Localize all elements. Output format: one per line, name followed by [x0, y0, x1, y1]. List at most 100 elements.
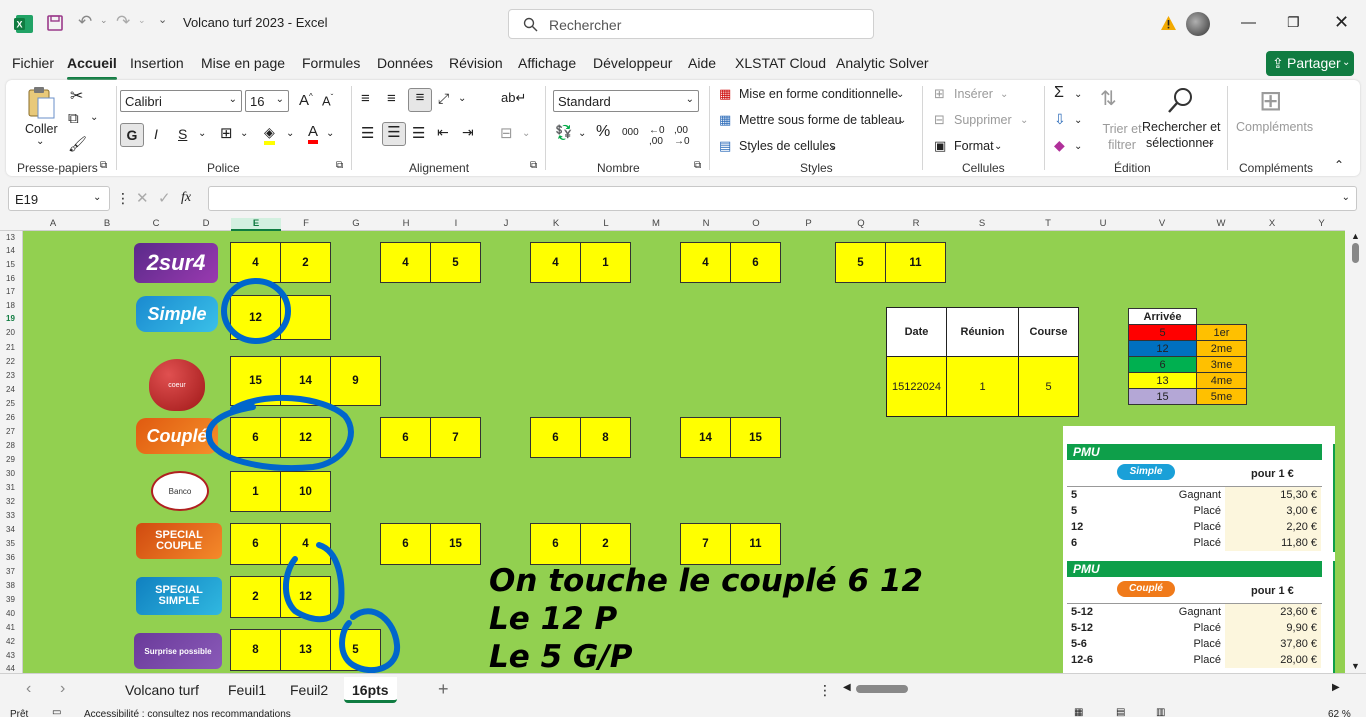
row-header[interactable]: 23: [0, 371, 21, 380]
row-header[interactable]: 29: [0, 455, 21, 464]
tab-fichier[interactable]: Fichier: [12, 55, 54, 71]
increase-indent-icon[interactable]: ⇥: [462, 124, 474, 141]
format-cells-icon[interactable]: ▣: [934, 138, 946, 154]
column-header[interactable]: Q: [836, 218, 886, 229]
fill-color-icon[interactable]: ◈: [264, 124, 275, 145]
row-header[interactable]: 18: [0, 301, 21, 310]
cell-styles-icon[interactable]: ▤: [719, 138, 731, 154]
row-header[interactable]: 13: [0, 233, 21, 242]
column-header[interactable]: X: [1246, 218, 1298, 229]
redo-icon[interactable]: ↷: [116, 12, 130, 32]
column-header[interactable]: M: [631, 218, 681, 229]
column-header[interactable]: C: [131, 218, 181, 229]
accounting-format-icon[interactable]: 💱: [555, 124, 572, 141]
clear-icon[interactable]: ◆: [1054, 137, 1065, 154]
format-cells-dropdown-icon[interactable]: ⌄: [994, 141, 1002, 152]
row-header[interactable]: 38: [0, 581, 21, 590]
column-header[interactable]: G: [331, 218, 381, 229]
align-bottom-icon[interactable]: ≡: [408, 88, 432, 112]
font-name-select[interactable]: Calibri ⌄: [120, 90, 242, 112]
scroll-down-icon[interactable]: ▼: [1351, 661, 1360, 671]
column-header[interactable]: V: [1128, 218, 1196, 229]
insert-cells-button[interactable]: Insérer: [954, 87, 993, 101]
fill-dropdown-icon[interactable]: ⌄: [1074, 115, 1082, 126]
format-as-table-dropdown-icon[interactable]: ⌄: [898, 115, 906, 126]
format-as-table-icon[interactable]: ▦: [719, 112, 731, 128]
row-header[interactable]: 22: [0, 357, 21, 366]
borders-icon[interactable]: ⊞: [220, 124, 233, 142]
delete-cells-button[interactable]: Supprimer: [954, 113, 1012, 127]
sheet-tab-16pts[interactable]: 16pts: [344, 677, 397, 703]
tab-accueil[interactable]: Accueil: [67, 55, 117, 80]
decrease-decimal-icon[interactable]: ,00 →0: [674, 125, 690, 147]
save-icon[interactable]: [46, 14, 64, 32]
row-header[interactable]: 17: [0, 287, 21, 296]
row-header[interactable]: 37: [0, 567, 21, 576]
sort-filter-button[interactable]: Trier et filtrer: [1100, 121, 1144, 153]
column-header[interactable]: Y: [1298, 218, 1345, 229]
column-header[interactable]: O: [731, 218, 781, 229]
conditional-format-dropdown-icon[interactable]: ⌄: [896, 89, 904, 100]
row-header[interactable]: 26: [0, 413, 21, 422]
share-button[interactable]: ⇪ Partager ⌄: [1266, 51, 1354, 76]
conditional-format-button[interactable]: Mise en forme conditionnelle: [739, 87, 898, 101]
percent-icon[interactable]: %: [596, 123, 610, 141]
delete-cells-icon[interactable]: ⊟: [934, 112, 945, 128]
autosum-icon[interactable]: Σ: [1054, 84, 1064, 102]
fill-icon[interactable]: ⇩: [1054, 111, 1066, 128]
row-header[interactable]: 34: [0, 525, 21, 534]
tab-bar-splitter-icon[interactable]: ⋮: [818, 682, 832, 699]
scroll-left-icon[interactable]: ◀: [843, 682, 851, 693]
formula-input[interactable]: ⌄: [208, 186, 1357, 211]
bold-button[interactable]: G: [120, 123, 144, 147]
tab-formules[interactable]: Formules: [302, 55, 360, 71]
row-header[interactable]: 25: [0, 399, 21, 408]
paste-icon[interactable]: [26, 86, 56, 120]
row-header[interactable]: 39: [0, 595, 21, 604]
align-top-icon[interactable]: ≡: [361, 90, 370, 107]
paste-button[interactable]: Coller: [25, 122, 58, 136]
horizontal-scroll-thumb[interactable]: [856, 685, 908, 693]
underline-button[interactable]: S: [178, 126, 187, 142]
normal-view-icon[interactable]: ▦: [1074, 707, 1083, 717]
worksheet-grid[interactable]: 2sur4 Simple coeur Couplé Banco SPECIAL …: [23, 231, 1345, 673]
page-break-icon[interactable]: ▥: [1156, 707, 1165, 717]
copy-dropdown-icon[interactable]: ⌄: [90, 112, 98, 123]
column-header[interactable]: U: [1078, 218, 1128, 229]
number-launcher-icon[interactable]: ⧉: [694, 160, 701, 171]
cell-styles-dropdown-icon[interactable]: ⌄: [829, 141, 837, 152]
column-header[interactable]: K: [531, 218, 581, 229]
tab-mise-en-page[interactable]: Mise en page: [201, 55, 285, 71]
row-header[interactable]: 33: [0, 511, 21, 520]
column-header[interactable]: F: [281, 218, 331, 229]
tab-aide[interactable]: Aide: [688, 55, 716, 71]
sheet-tab-volcano-turf[interactable]: Volcano turf: [125, 682, 199, 698]
column-header[interactable]: E: [231, 218, 281, 231]
merge-center-icon[interactable]: ⊟: [500, 124, 513, 142]
prev-sheet-icon[interactable]: ‹: [26, 680, 31, 698]
user-avatar[interactable]: [1186, 12, 1210, 36]
insert-cells-icon[interactable]: ⊞: [934, 86, 945, 102]
horizontal-scrollbar[interactable]: ◀ ▶: [840, 682, 1345, 696]
row-header[interactable]: 16: [0, 274, 21, 283]
font-color-dropdown-icon[interactable]: ⌄: [326, 128, 334, 139]
tab-insertion[interactable]: Insertion: [130, 55, 184, 71]
tab-affichage[interactable]: Affichage: [518, 55, 576, 71]
find-select-button-line1[interactable]: Rechercher et: [1142, 120, 1221, 134]
restore-icon[interactable]: ❐: [1287, 14, 1300, 31]
align-center-icon[interactable]: ☰: [382, 122, 406, 146]
tab-revision[interactable]: Révision: [449, 55, 503, 71]
cut-icon[interactable]: ✂: [70, 86, 83, 106]
undo-dropdown-icon[interactable]: ⌄: [100, 15, 108, 26]
wrap-text-icon[interactable]: ab↵: [501, 90, 526, 106]
font-size-select[interactable]: 16 ⌄: [245, 90, 289, 112]
column-header[interactable]: N: [681, 218, 731, 229]
cancel-entry-icon[interactable]: ✕: [136, 189, 149, 207]
decrease-indent-icon[interactable]: ⇤: [437, 124, 449, 141]
insert-function-button[interactable]: fx: [181, 190, 191, 206]
row-header[interactable]: 32: [0, 497, 21, 506]
thousands-separator-icon[interactable]: 000: [622, 127, 639, 138]
macro-record-icon[interactable]: ▭: [52, 707, 61, 717]
row-header[interactable]: 30: [0, 469, 21, 478]
vertical-scroll-thumb[interactable]: [1352, 243, 1359, 263]
